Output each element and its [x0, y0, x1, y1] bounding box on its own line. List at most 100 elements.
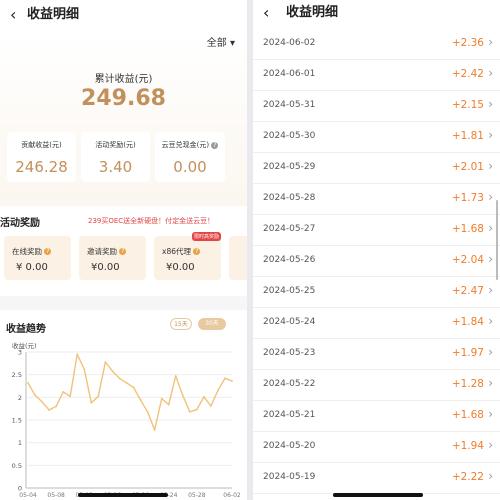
back-button[interactable]: ‹ — [263, 4, 269, 22]
data-point — [153, 429, 156, 431]
card-label: 在线奖励 ? — [12, 246, 52, 257]
card-value: ¥0.00 — [91, 262, 120, 273]
info-icon[interactable]: ? — [44, 248, 52, 255]
scrollbar[interactable] — [496, 200, 498, 280]
list-item[interactable]: 2024-05-20 +1.94 › — [253, 432, 500, 463]
list-item[interactable]: 2024-05-22 +1.28 › — [253, 370, 500, 401]
data-point — [69, 395, 72, 398]
chevron-right-icon: › — [488, 314, 493, 328]
data-point — [104, 361, 107, 363]
row-amount: +1.68 — [451, 409, 484, 421]
header: ‹ 收益明细 — [0, 0, 247, 30]
chevron-right-icon: › — [488, 345, 493, 359]
total-earnings-value: 249.68 — [81, 86, 166, 111]
data-point — [27, 381, 29, 384]
data-point — [41, 400, 43, 403]
list-item[interactable]: 2024-05-19 +2.22 › — [253, 463, 500, 494]
promo-banner[interactable]: 239买OEC送全新硬盘！付定金送云豆！ — [88, 216, 214, 226]
data-point — [160, 397, 163, 400]
row-date: 2024-05-31 — [263, 100, 316, 110]
row-amount: +1.81 — [451, 130, 484, 142]
card-value: ¥0.00 — [166, 262, 195, 273]
x-tick-label: 06-02 — [223, 492, 241, 499]
row-amount: +2.15 — [451, 99, 484, 111]
list-item[interactable]: 2024-05-30 +1.81 › — [253, 122, 500, 153]
x-tick-label: 05-28 — [188, 492, 206, 499]
card-label-text: x86代理 — [162, 247, 191, 256]
data-point — [224, 377, 226, 380]
y-tick-label: 1.5 — [12, 417, 22, 425]
list-item[interactable]: 2024-05-29 +2.01 › — [253, 153, 500, 184]
list-item[interactable]: 2024-05-23 +1.97 › — [253, 339, 500, 370]
reward-card-invite[interactable]: 邀请奖励 ? ¥0.00 — [79, 236, 146, 280]
data-point — [132, 386, 135, 389]
y-tick-label: 2 — [18, 394, 22, 402]
y-tick-label: 0.5 — [12, 462, 22, 470]
list-item[interactable]: 2024-05-21 +1.68 › — [253, 401, 500, 432]
stat-label: 云豆兑现金(元) ? — [155, 140, 225, 150]
list-item[interactable]: 2024-05-31 +2.15 › — [253, 91, 500, 122]
data-point — [202, 395, 205, 398]
row-date: 2024-05-27 — [263, 224, 316, 234]
row-date: 2024-05-20 — [263, 441, 316, 451]
stat-label: 贡献收益(元) — [21, 141, 62, 149]
list-item[interactable]: 2024-05-26 +2.04 › — [253, 246, 500, 277]
chevron-right-icon: › — [488, 252, 493, 266]
earnings-detail-screen: ‹ 收益明细 2024-06-02 +2.36 › 2024-06-01 +2.42 › 2… — [253, 0, 500, 500]
row-amount: +2.04 — [451, 254, 484, 266]
list-item[interactable]: 2024-06-02 +2.36 › — [253, 29, 500, 60]
row-date: 2024-05-22 — [263, 379, 316, 389]
tab-15-days[interactable]: 15天 — [170, 318, 192, 330]
total-earnings-label: 累计收益(元) — [94, 74, 153, 85]
chevron-right-icon: › — [488, 376, 493, 390]
data-point — [217, 389, 219, 392]
row-amount: +1.28 — [451, 378, 484, 390]
earnings-line-chart: 00.511.522.5305-0405-0805-1205-1605-2005… — [12, 350, 241, 499]
page-title: 收益明细 — [286, 5, 339, 20]
back-button[interactable]: ‹ — [10, 6, 16, 24]
help-icon[interactable]: ? — [211, 142, 219, 149]
stat-label: 活动奖励(元) — [95, 141, 136, 149]
row-date: 2024-05-30 — [263, 131, 316, 141]
reward-card-partial[interactable] — [229, 236, 247, 280]
home-indicator — [78, 493, 168, 497]
list-item[interactable]: 2024-05-28 +1.73 › — [253, 184, 500, 215]
activity-rewards-section: 活动奖励 239买OEC送全新硬盘！付定金送云豆！ 在线奖励 ? ¥ 0.00 … — [0, 206, 247, 296]
chevron-right-icon: › — [488, 438, 493, 452]
chevron-right-icon: › — [488, 159, 493, 173]
info-icon[interactable]: ? — [119, 248, 127, 255]
chevron-right-icon: › — [488, 66, 493, 80]
data-point — [139, 399, 142, 401]
reward-card-x86-agent[interactable]: 限时高奖励 x86代理 ? ¥0.00 — [154, 232, 221, 280]
card-value: ¥ 0.00 — [16, 262, 48, 273]
reward-card-online[interactable]: 在线奖励 ? ¥ 0.00 — [4, 236, 71, 280]
row-amount: +1.94 — [451, 440, 484, 452]
row-date: 2024-05-25 — [263, 286, 316, 296]
row-date: 2024-05-26 — [263, 255, 316, 265]
y-tick-label: 1 — [18, 439, 22, 447]
filter-dropdown[interactable]: 全部 ▾ — [207, 34, 235, 49]
list-item[interactable]: 2024-05-24 +1.84 › — [253, 308, 500, 339]
caret-down-icon: ▾ — [229, 38, 235, 49]
row-date: 2024-05-29 — [263, 162, 316, 172]
stat-bean-cash: 云豆兑现金(元) ? 0.00 — [155, 132, 225, 182]
summary-panel: 全部 ▾ 累计收益(元) 249.68 — [0, 30, 247, 210]
chevron-right-icon: › — [488, 283, 493, 297]
earnings-trend-section: 收益趋势 15天 30天 收益(元) 0 0.5 1 1.5 2 2.5 3 05-04 05-… — [0, 310, 247, 500]
tab-30-days[interactable]: 30天 — [198, 318, 226, 330]
card-label: 邀请奖励 ? — [87, 246, 127, 257]
row-amount: +2.22 — [451, 471, 484, 483]
list-item[interactable]: 2024-05-27 +1.68 › — [253, 215, 500, 246]
data-point — [48, 409, 51, 411]
row-date: 2024-05-21 — [263, 410, 316, 420]
data-point — [55, 405, 58, 408]
chevron-right-icon: › — [488, 97, 493, 111]
y-tick-label: 3 — [18, 350, 22, 357]
row-date: 2024-06-01 — [263, 69, 316, 79]
list-item[interactable]: 2024-05-25 +2.47 › — [253, 277, 500, 308]
home-indicator — [333, 493, 423, 497]
row-amount: +2.01 — [451, 161, 484, 173]
stat-label-text: 云豆兑现金(元) — [161, 141, 210, 149]
info-icon[interactable]: ? — [193, 248, 201, 255]
list-item[interactable]: 2024-06-01 +2.42 › — [253, 60, 500, 91]
